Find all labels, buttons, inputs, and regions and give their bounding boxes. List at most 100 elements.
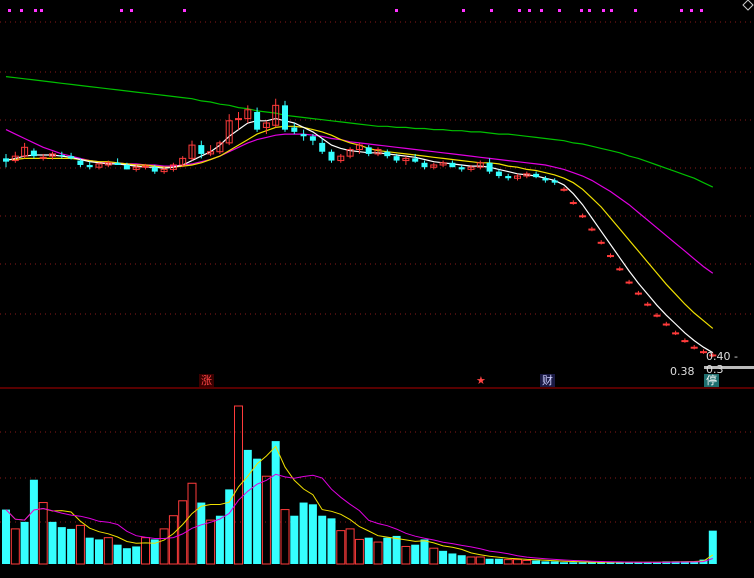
top-marker-row — [8, 9, 703, 12]
candle-body — [412, 158, 419, 162]
candle-body — [319, 142, 326, 152]
volume-bar — [2, 509, 10, 564]
volume-bar — [541, 561, 550, 564]
volume-bar — [466, 556, 476, 565]
candle-body — [393, 156, 400, 161]
volume-bar — [215, 515, 224, 564]
event-marker-ting[interactable]: 停 — [704, 374, 719, 387]
volume-bar — [122, 548, 131, 564]
candle-body — [86, 164, 93, 168]
marker-dot — [8, 9, 11, 12]
volume-bar — [569, 562, 578, 564]
candle-body — [672, 332, 680, 335]
volume-bar — [243, 449, 252, 564]
marker-dot — [602, 9, 605, 12]
candle-body — [569, 202, 577, 205]
candle-body — [328, 151, 335, 161]
volume-bar — [345, 528, 355, 565]
ma-green-line — [5, 76, 714, 188]
volume-bar — [159, 528, 169, 565]
candle-body — [495, 171, 502, 177]
candle-body — [662, 323, 670, 326]
volume-bar — [308, 504, 317, 564]
volume-bar — [503, 559, 513, 565]
candle-body — [300, 134, 307, 137]
candle-body — [458, 167, 465, 170]
volume-bar — [103, 537, 113, 565]
marker-dot — [580, 9, 583, 12]
star-icon[interactable]: ★ — [474, 374, 488, 387]
volume-bar — [206, 519, 216, 565]
candle-body — [254, 111, 261, 130]
volume-bar — [318, 515, 327, 564]
moving-average-lines — [5, 76, 714, 354]
event-marker-zhang[interactable]: 涨 — [199, 374, 214, 387]
marker-dot — [20, 9, 23, 12]
price-range-label: 0.40 - 0.3 — [706, 350, 738, 376]
volume-bar — [261, 475, 271, 565]
marker-dot — [395, 9, 398, 12]
volume-bar — [57, 527, 66, 564]
volume-bar — [560, 562, 568, 564]
marker-dot — [490, 9, 493, 12]
volume-bar — [271, 441, 280, 564]
candle-body — [30, 150, 37, 157]
candle-body — [542, 178, 549, 181]
volume-bar — [299, 502, 308, 564]
marker-dot — [40, 9, 43, 12]
candle-body — [579, 215, 587, 218]
volume-bar — [225, 489, 234, 564]
chart-canvas[interactable] — [0, 0, 754, 574]
current-price-label: 0.38 — [670, 365, 695, 378]
candle-body — [282, 105, 288, 130]
volume-bar — [401, 545, 411, 565]
volume-bar — [280, 509, 290, 565]
candle-body — [588, 228, 596, 231]
volume-bar — [411, 544, 420, 564]
marker-dot — [183, 9, 186, 12]
candle-body — [533, 173, 540, 178]
volume-bar — [494, 558, 503, 564]
volume-bar — [29, 479, 38, 564]
marker-dot — [558, 9, 561, 12]
candle-body — [634, 292, 642, 295]
candle-body — [198, 145, 205, 154]
volume-bar — [364, 537, 373, 564]
candle-body — [384, 151, 391, 157]
candle-body — [114, 162, 121, 165]
volume-bar — [383, 537, 392, 564]
candle-body — [625, 281, 633, 284]
volume-bar — [253, 458, 262, 564]
candle-body — [486, 162, 493, 172]
marker-dot — [120, 9, 123, 12]
volume-bar — [429, 547, 439, 565]
volume-bar — [522, 559, 532, 565]
marker-dot — [518, 9, 521, 12]
candle-body — [681, 340, 689, 343]
candle-body — [644, 303, 652, 306]
volume-bar — [141, 537, 150, 565]
volume-bar — [95, 539, 103, 564]
candle-body — [449, 162, 456, 168]
candle-body — [607, 255, 614, 258]
diamond-icon[interactable] — [742, 0, 754, 11]
volume-bar — [38, 502, 48, 565]
ma-yellow-line — [6, 125, 714, 329]
volume-series[interactable] — [2, 405, 717, 565]
candle-body — [3, 158, 9, 162]
volume-bar — [392, 535, 401, 564]
candle-body — [551, 180, 558, 183]
kline-chart-view[interactable]: 0.40 - 0.3 0.38 涨 ★ 财 停 — [0, 0, 754, 574]
candlestick-series[interactable] — [3, 98, 717, 358]
volume-bar — [475, 556, 485, 565]
marker-dot — [690, 9, 693, 12]
candle-body — [505, 176, 512, 179]
volume-bar — [20, 521, 29, 564]
candle-body — [365, 147, 372, 154]
volume-grid — [0, 431, 754, 523]
volume-bar — [420, 539, 429, 564]
marker-dot — [634, 9, 637, 12]
volume-bar — [327, 518, 336, 564]
event-marker-cai[interactable]: 财 — [540, 374, 555, 387]
candle-body — [309, 136, 316, 141]
